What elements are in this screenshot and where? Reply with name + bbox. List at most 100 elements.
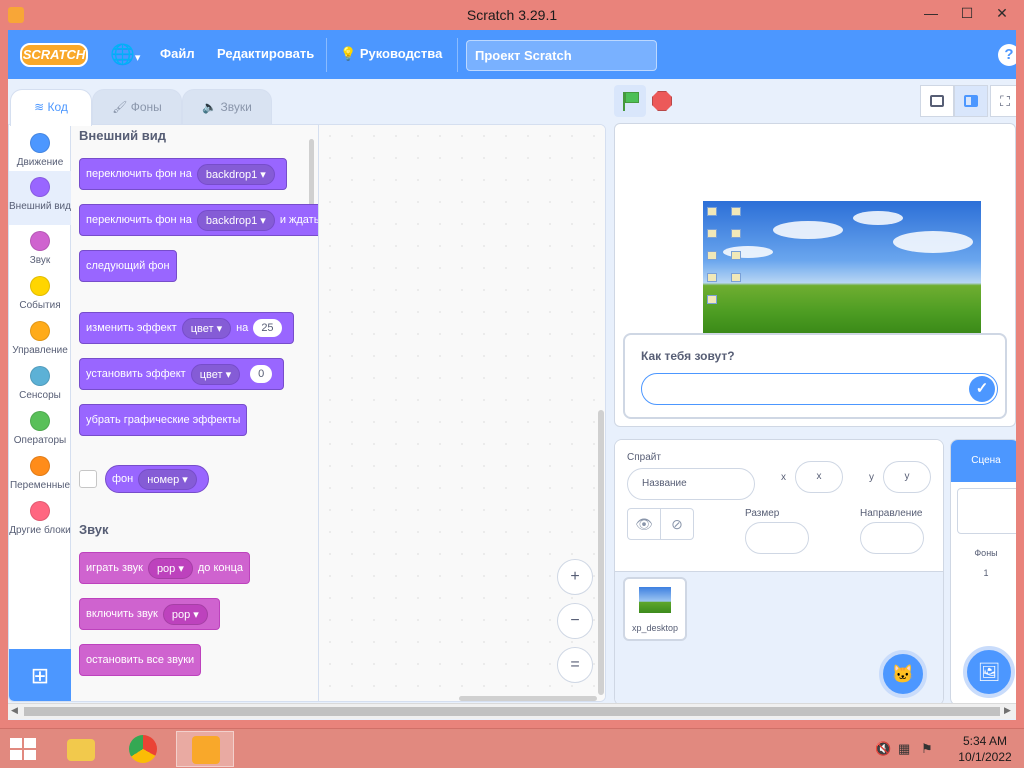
- category-my-blocks[interactable]: Другие блоки: [9, 501, 71, 551]
- sound-dropdown[interactable]: pop: [147, 557, 193, 579]
- direction-input[interactable]: [860, 522, 924, 554]
- switch-backdrop-block[interactable]: переключить фон на backdrop1: [79, 158, 287, 190]
- add-backdrop-button[interactable]: 🖼: [963, 646, 1015, 698]
- hide-sprite-button[interactable]: ⊘: [660, 508, 694, 540]
- volume-muted-icon[interactable]: 🔇: [875, 741, 891, 757]
- show-sprite-button[interactable]: 👁: [627, 508, 661, 540]
- language-menu[interactable]: 🌐▾: [110, 44, 146, 66]
- desktop-shortcut-icon: [707, 295, 717, 304]
- stop-button[interactable]: [652, 91, 672, 111]
- window-horizontal-scrollbar[interactable]: ◀ ▶: [8, 703, 1016, 719]
- fullscreen-button[interactable]: ⛶: [990, 85, 1016, 117]
- category-looks[interactable]: Внешний вид: [9, 171, 71, 225]
- zoom-out-button[interactable]: −: [557, 603, 593, 639]
- project-title-input[interactable]: Проект Scratch: [466, 40, 657, 71]
- add-extension-button[interactable]: ⊞: [9, 649, 71, 701]
- action-center-icon[interactable]: ⚑: [921, 741, 933, 757]
- extension-icon: ⊞: [30, 663, 50, 688]
- block-text: установить эффект: [86, 368, 186, 380]
- tab-backdrops[interactable]: 🖌 Фоны: [92, 89, 182, 125]
- workspace-vertical-scrollbar[interactable]: [598, 410, 604, 695]
- taskbar-file-explorer[interactable]: [52, 731, 110, 767]
- zoom-reset-button[interactable]: =: [557, 647, 593, 683]
- category-dot-icon: [30, 276, 50, 296]
- category-label: Управление: [12, 345, 68, 356]
- sound-dropdown[interactable]: pop: [162, 603, 208, 625]
- taskbar-chrome[interactable]: [114, 731, 172, 767]
- category-control[interactable]: Управление: [9, 321, 71, 361]
- green-flag-button[interactable]: [614, 85, 646, 117]
- category-events[interactable]: События: [9, 276, 71, 316]
- backdrop-dropdown[interactable]: backdrop1: [196, 209, 275, 231]
- category-dot-icon: [30, 456, 50, 476]
- tab-code[interactable]: ≋ Код: [10, 89, 92, 126]
- play-sound-until-done-block[interactable]: играть звук pop до конца: [79, 552, 251, 584]
- tab-sounds[interactable]: 🔈 Звуки: [182, 89, 272, 125]
- tab-code-label: Код: [47, 100, 68, 114]
- clear-effects-block[interactable]: убрать графические эффекты: [79, 404, 248, 436]
- scrollbar-thumb[interactable]: [24, 707, 1000, 716]
- stage-canvas[interactable]: Как тебя зовут? ✓: [614, 123, 1016, 427]
- set-effect-block[interactable]: установить эффект цвет 0: [79, 358, 285, 390]
- cloud-shape: [773, 221, 843, 239]
- zoom-in-button[interactable]: +: [557, 559, 593, 595]
- number-name-dropdown[interactable]: номер: [138, 468, 197, 490]
- backdrop-monitor-checkbox[interactable]: [79, 470, 97, 488]
- stage-target-pane[interactable]: Сцена Фоны 1 🖼: [950, 439, 1016, 706]
- number-input[interactable]: 0: [250, 365, 273, 383]
- close-button[interactable]: ✕: [988, 0, 1016, 26]
- category-operators[interactable]: Операторы: [9, 411, 71, 451]
- script-workspace[interactable]: + − =: [319, 125, 605, 701]
- desktop-shortcut-icon: [731, 207, 741, 216]
- workspace-horizontal-scrollbar[interactable]: [459, 696, 597, 701]
- window-title: Scratch 3.29.1: [466, 7, 558, 23]
- x-input[interactable]: x: [795, 461, 843, 493]
- block-text: фон: [112, 473, 134, 485]
- backdrop-number-reporter[interactable]: фон номер: [105, 465, 209, 493]
- minimize-button[interactable]: —: [917, 0, 945, 26]
- help-icon[interactable]: ?: [998, 44, 1016, 66]
- next-backdrop-block[interactable]: следующий фон: [79, 250, 177, 282]
- category-motion[interactable]: Движение: [9, 131, 71, 173]
- scroll-right-icon[interactable]: ▶: [1004, 705, 1011, 716]
- chrome-icon: [129, 735, 157, 763]
- size-input[interactable]: [745, 522, 809, 554]
- y-input[interactable]: y: [883, 461, 931, 493]
- effect-dropdown[interactable]: цвет: [190, 363, 241, 385]
- windows-start-icon[interactable]: [10, 738, 38, 762]
- category-sensing[interactable]: Сенсоры: [9, 366, 71, 406]
- normal-stage-button[interactable]: [954, 85, 988, 117]
- file-menu[interactable]: Файл: [160, 46, 195, 61]
- number-input[interactable]: 25: [253, 319, 282, 337]
- switch-backdrop-wait-block[interactable]: переключить фон на backdrop1 и ждать: [79, 204, 318, 236]
- cloud-shape: [853, 211, 903, 225]
- ask-answer-input[interactable]: ✓: [641, 373, 998, 405]
- sprite-name-input[interactable]: Название: [627, 468, 755, 500]
- tutorials-menu[interactable]: 💡 Руководства: [340, 46, 442, 62]
- normal-stage-icon: [964, 95, 978, 107]
- lightbulb-icon: 💡: [340, 46, 357, 61]
- sprite-pane: Спрайт Название x x y y 👁 ⊘ Размер Напра…: [614, 439, 944, 706]
- add-sprite-button[interactable]: 🐱: [879, 650, 927, 698]
- network-icon[interactable]: ▦: [898, 741, 910, 757]
- backdrop-dropdown[interactable]: backdrop1: [196, 163, 275, 185]
- stop-all-sounds-block[interactable]: остановить все звуки: [79, 644, 202, 676]
- system-clock[interactable]: 5:34 AM 10/1/2022: [952, 733, 1018, 765]
- effect-dropdown[interactable]: цвет: [181, 317, 232, 339]
- category-sound[interactable]: Звук: [9, 231, 71, 271]
- change-effect-block[interactable]: изменить эффект цвет на 25: [79, 312, 294, 344]
- maximize-button[interactable]: ☐: [953, 0, 981, 26]
- start-sound-block[interactable]: включить звук pop: [79, 598, 220, 630]
- sprite-tile[interactable]: xp_desktop: [623, 577, 687, 641]
- stage-pane-header: Сцена: [951, 440, 1016, 482]
- palette-scrollbar[interactable]: [309, 139, 314, 211]
- start-pane: [24, 750, 36, 760]
- scratch-logo[interactable]: SCRATCH: [20, 43, 88, 67]
- small-stage-button[interactable]: [920, 85, 954, 117]
- scroll-left-icon[interactable]: ◀: [11, 705, 18, 716]
- edit-menu[interactable]: Редактировать: [217, 46, 314, 61]
- category-variables[interactable]: Переменные: [9, 456, 71, 496]
- submit-check-icon[interactable]: ✓: [969, 376, 995, 402]
- taskbar-scratch[interactable]: [176, 731, 234, 767]
- sprite-name: xp_desktop: [631, 623, 679, 633]
